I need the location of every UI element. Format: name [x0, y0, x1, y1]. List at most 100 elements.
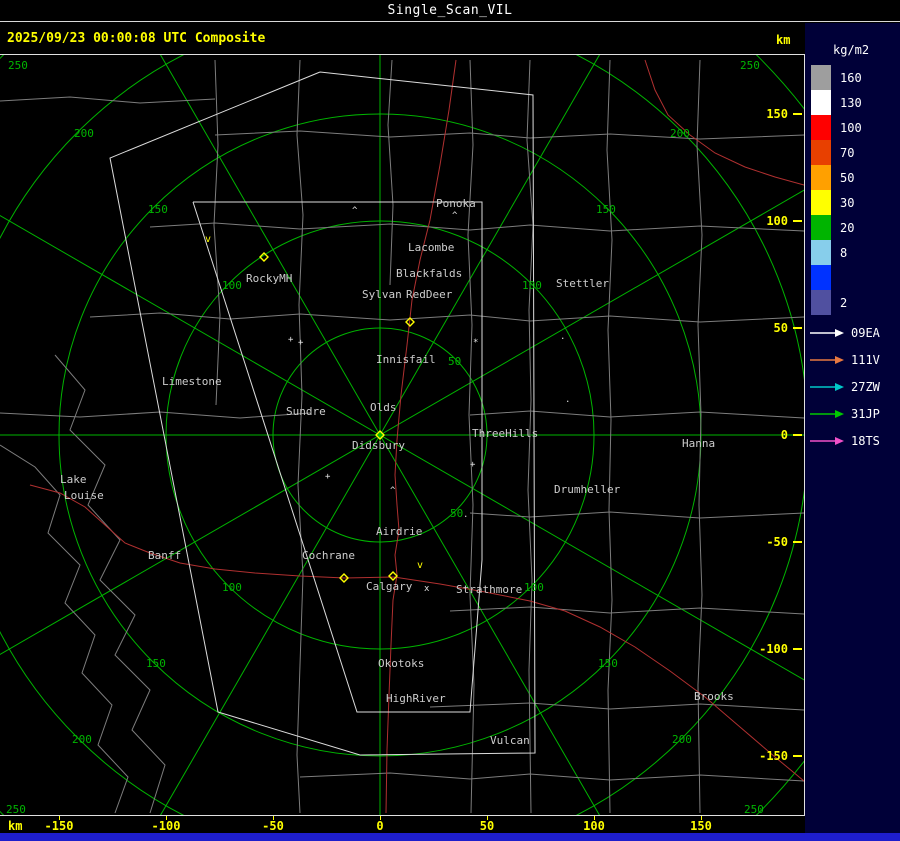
colorbar-row: 100: [811, 115, 862, 140]
city-label: Sundre: [286, 405, 326, 418]
y-axis-tick-label: 50: [774, 321, 788, 335]
colorbar-value-label: 70: [840, 145, 855, 160]
ring-distance-label: 100: [522, 279, 542, 292]
county-boundary: [0, 411, 311, 419]
colorbar-row: 70: [811, 140, 862, 165]
colorbar-swatch: [811, 240, 831, 265]
x-axis: km -150 -100 -50 0 50 100 150: [0, 816, 805, 833]
colorbar-value-label: 20: [840, 220, 855, 235]
y-axis-tick-label: -50: [766, 535, 788, 549]
site-id-label: 09EA: [851, 325, 880, 340]
county-boundary: [213, 59, 221, 406]
timestamp-label: 2025/09/23 00:00:08 UTC Composite: [7, 31, 266, 46]
y-axis-tick-label: 100: [766, 214, 788, 228]
ring-distance-label: 150: [598, 657, 618, 670]
colorbar-value-label: 50: [840, 170, 855, 185]
y-axis-tick-label: 150: [766, 107, 788, 121]
highway-line: [644, 59, 804, 186]
city-label: Blackfalds: [396, 267, 462, 280]
colorbar-row: 30: [811, 190, 862, 215]
radar-map[interactable]: 100 150 200 250 50 100 150 200 250 100 150 200 250 50…: [0, 54, 805, 816]
colorbar-value-label: 160: [840, 70, 862, 85]
point-marker: .: [565, 395, 570, 405]
ring-distance-label: 100: [222, 279, 242, 292]
site-legend-item: 27ZW: [809, 373, 880, 400]
city-label: RedDeer: [406, 288, 453, 301]
colorbar-swatch: [811, 140, 831, 165]
site-arrow-icon: [810, 328, 844, 337]
yellow-check-marker: v: [205, 234, 211, 245]
x-axis-tick-label: 100: [583, 819, 605, 833]
city-label: Lacombe: [408, 241, 454, 254]
county-boundary: [0, 96, 216, 104]
ring-distance-label: 200: [72, 733, 92, 746]
site-arrow-icon: [810, 409, 844, 418]
city-label: Hanna: [682, 437, 715, 450]
county-boundary: [149, 222, 804, 232]
city-label: Ponoka: [436, 197, 476, 210]
city-label: Cochrane: [302, 549, 355, 562]
county-boundary: [469, 511, 804, 519]
colorbar-swatch: [811, 215, 831, 240]
ring-distance-label: 50: [450, 507, 463, 520]
colorbar-swatch: [811, 190, 831, 215]
county-boundary: [296, 59, 304, 814]
colorbar-value-label: 100: [840, 120, 862, 135]
colorbar-swatch: [811, 90, 831, 115]
x-axis-tick-label: -50: [262, 819, 284, 833]
ring-distance-label: 200: [672, 733, 692, 746]
colorbar-unit-label: kg/m2: [833, 43, 870, 57]
point-marker: ^: [352, 206, 358, 216]
bottom-status-bar: [0, 833, 900, 841]
header-row: 2025/09/23 00:00:08 UTC Composite km: [0, 23, 805, 54]
city-label: RockyMH: [246, 272, 292, 285]
site-id-label: 27ZW: [851, 379, 880, 394]
city-label: Louise: [64, 489, 104, 502]
site-id-label: 111V: [851, 352, 880, 367]
point-marker: .: [463, 510, 468, 520]
point-marker: *: [473, 338, 478, 348]
point-marker: x: [424, 584, 430, 594]
colorbar: 160 130 100 70 50 30 20 8 2: [811, 65, 862, 315]
city-label: Brooks: [694, 690, 734, 703]
point-marker: ^: [452, 211, 458, 221]
county-boundary: [429, 702, 804, 711]
city-label: Limestone: [162, 375, 222, 388]
colorbar-row: 8: [811, 240, 862, 265]
colorbar-value-label: 130: [840, 95, 862, 110]
colorbar-swatch: [811, 290, 831, 315]
site-legend-item: 09EA: [809, 319, 880, 346]
county-boundary: [214, 130, 804, 140]
x-axis-tick-label: 0: [376, 819, 384, 833]
city-label: Calgary: [366, 580, 413, 593]
x-axis-tick-label: -150: [44, 819, 74, 833]
site-arrow-icon: [810, 382, 844, 391]
ring-distance-label: 250: [6, 803, 26, 815]
x-axis-tick-label: 150: [690, 819, 712, 833]
city-label: Vulcan: [490, 734, 530, 747]
y-axis-tick-label: 0: [781, 428, 788, 442]
ring-distance-label: 200: [74, 127, 94, 140]
ring-distance-label: 150: [148, 203, 168, 216]
city-label: Banff: [148, 549, 181, 562]
colorbar-swatch: [811, 65, 831, 90]
point-marker: +: [298, 338, 304, 348]
window-title: Single_Scan_VIL: [387, 3, 513, 18]
county-boundary: [387, 59, 394, 286]
city-label: Airdrie: [376, 525, 422, 538]
city-label: HighRiver: [386, 692, 446, 705]
site-id-label: 18TS: [851, 433, 880, 448]
county-boundary: [89, 312, 804, 323]
colorbar-value-label: 8: [840, 245, 848, 260]
city-label: Stettler: [556, 277, 609, 290]
colorbar-row: 2: [811, 290, 862, 315]
ring-distance-label: 50: [448, 355, 461, 368]
site-legend-item: 31JP: [809, 400, 880, 427]
radar-map-canvas[interactable]: 100 150 200 250 50 100 150 200 250 100 150 200 250 50…: [0, 55, 804, 815]
ring-distance-label: 100: [222, 581, 242, 594]
county-boundary: [299, 772, 804, 782]
colorbar-row: 50: [811, 165, 862, 190]
site-id-label: 31JP: [851, 406, 880, 421]
town-marker-diamond: [388, 571, 398, 581]
colorbar-row: [811, 265, 862, 290]
